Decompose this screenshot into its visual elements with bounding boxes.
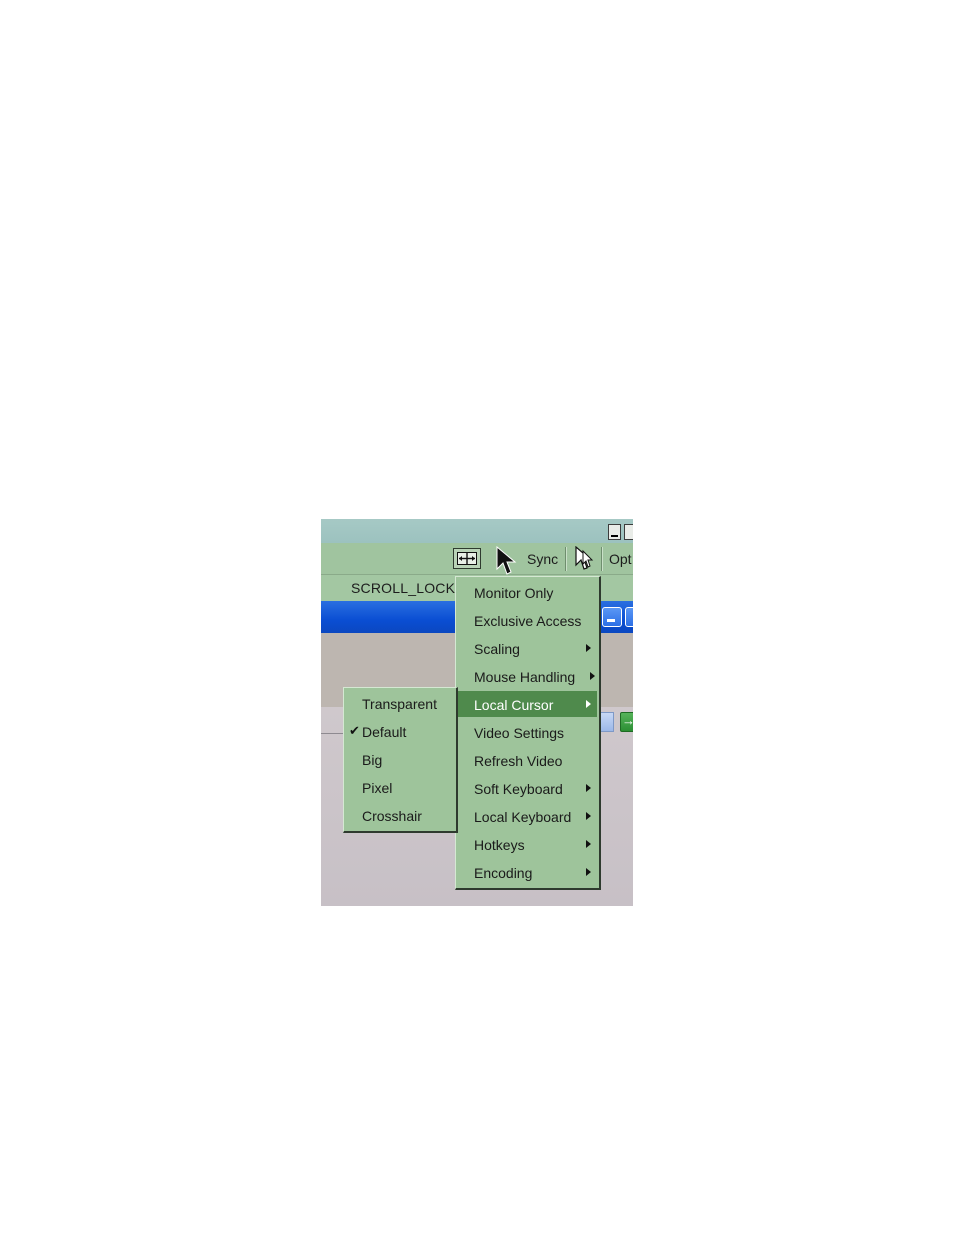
menu-item-label: Transparent [362, 696, 437, 712]
menu-item-monitor-only[interactable]: Monitor Only [458, 579, 597, 605]
menu-item-label: Default [362, 724, 407, 740]
fit-window-icon [457, 552, 477, 565]
menu-item-exclusive-access[interactable]: Exclusive Access [458, 607, 597, 633]
menu-item-label: Refresh Video [474, 753, 563, 769]
minimize-window-button[interactable] [608, 524, 621, 540]
menu-item-label: Hotkeys [474, 837, 525, 853]
cursor-option-big[interactable]: Big [346, 746, 456, 772]
menu-item-label: Monitor Only [474, 585, 554, 601]
toolbar-divider [601, 547, 603, 571]
local-cursor-submenu: Transparent ✔ Default Big Pixel Crosshai… [343, 687, 458, 833]
submenu-arrow-icon [586, 784, 591, 792]
menu-item-local-keyboard[interactable]: Local Keyboard [458, 803, 597, 829]
submenu-arrow-icon [586, 868, 591, 876]
menu-item-label: Exclusive Access [474, 613, 582, 629]
menu-item-mouse-handling[interactable]: Mouse Handling [458, 663, 597, 689]
submenu-arrow-icon [586, 700, 591, 708]
submenu-arrow-icon [586, 840, 591, 848]
menu-item-local-cursor[interactable]: Local Cursor [458, 691, 597, 717]
menu-item-label: Local Cursor [474, 697, 554, 713]
scroll-lock-indicator: SCROLL_LOCK [351, 580, 456, 596]
toolbar: Sync Opt [321, 543, 633, 575]
menu-item-label: Scaling [474, 641, 520, 657]
menu-item-label: Local Keyboard [474, 809, 572, 825]
menu-item-encoding[interactable]: Encoding [458, 859, 597, 885]
single-cursor-icon[interactable] [574, 545, 596, 577]
menu-item-soft-keyboard[interactable]: Soft Keyboard [458, 775, 597, 801]
cursor-option-pixel[interactable]: Pixel [346, 774, 456, 800]
sync-button[interactable]: Sync [527, 551, 558, 567]
menu-item-scaling[interactable]: Scaling [458, 635, 597, 661]
options-menu: Monitor Only Exclusive Access Scaling Mo… [455, 576, 601, 890]
menu-item-video-settings[interactable]: Video Settings [458, 719, 597, 745]
menu-item-label: Encoding [474, 865, 533, 881]
cursor-option-transparent[interactable]: Transparent [346, 690, 456, 716]
cursor-option-crosshair[interactable]: Crosshair [346, 802, 456, 828]
submenu-arrow-icon [586, 812, 591, 820]
submenu-arrow-icon [586, 644, 591, 652]
submenu-arrow-icon [590, 672, 595, 680]
maximize-window-button[interactable] [624, 524, 633, 540]
menu-item-label: Crosshair [362, 808, 422, 824]
dropdown-arrow-button[interactable] [600, 712, 614, 732]
cursor-option-default[interactable]: ✔ Default [346, 718, 456, 744]
menu-item-label: Mouse Handling [474, 669, 576, 685]
menu-item-label: Soft Keyboard [474, 781, 563, 797]
menu-item-label: Big [362, 752, 383, 768]
menu-item-refresh-video[interactable]: Refresh Video [458, 747, 597, 773]
checkmark-icon: ✔ [349, 723, 360, 738]
options-menu-button[interactable]: Opt [609, 551, 632, 567]
remote-maximize-button[interactable] [625, 607, 633, 627]
menu-item-label: Pixel [362, 780, 393, 796]
fit-window-button[interactable] [453, 548, 481, 569]
menu-item-hotkeys[interactable]: Hotkeys [458, 831, 597, 857]
toolbar-divider [565, 547, 567, 571]
window-titlebar [321, 519, 633, 543]
kvm-viewer-window: Sync Opt SCROLL_LOCK Monitor Only Exclus… [321, 519, 633, 906]
menu-item-label: Video Settings [474, 725, 565, 741]
go-button[interactable] [620, 712, 633, 732]
remote-minimize-button[interactable] [602, 607, 622, 627]
